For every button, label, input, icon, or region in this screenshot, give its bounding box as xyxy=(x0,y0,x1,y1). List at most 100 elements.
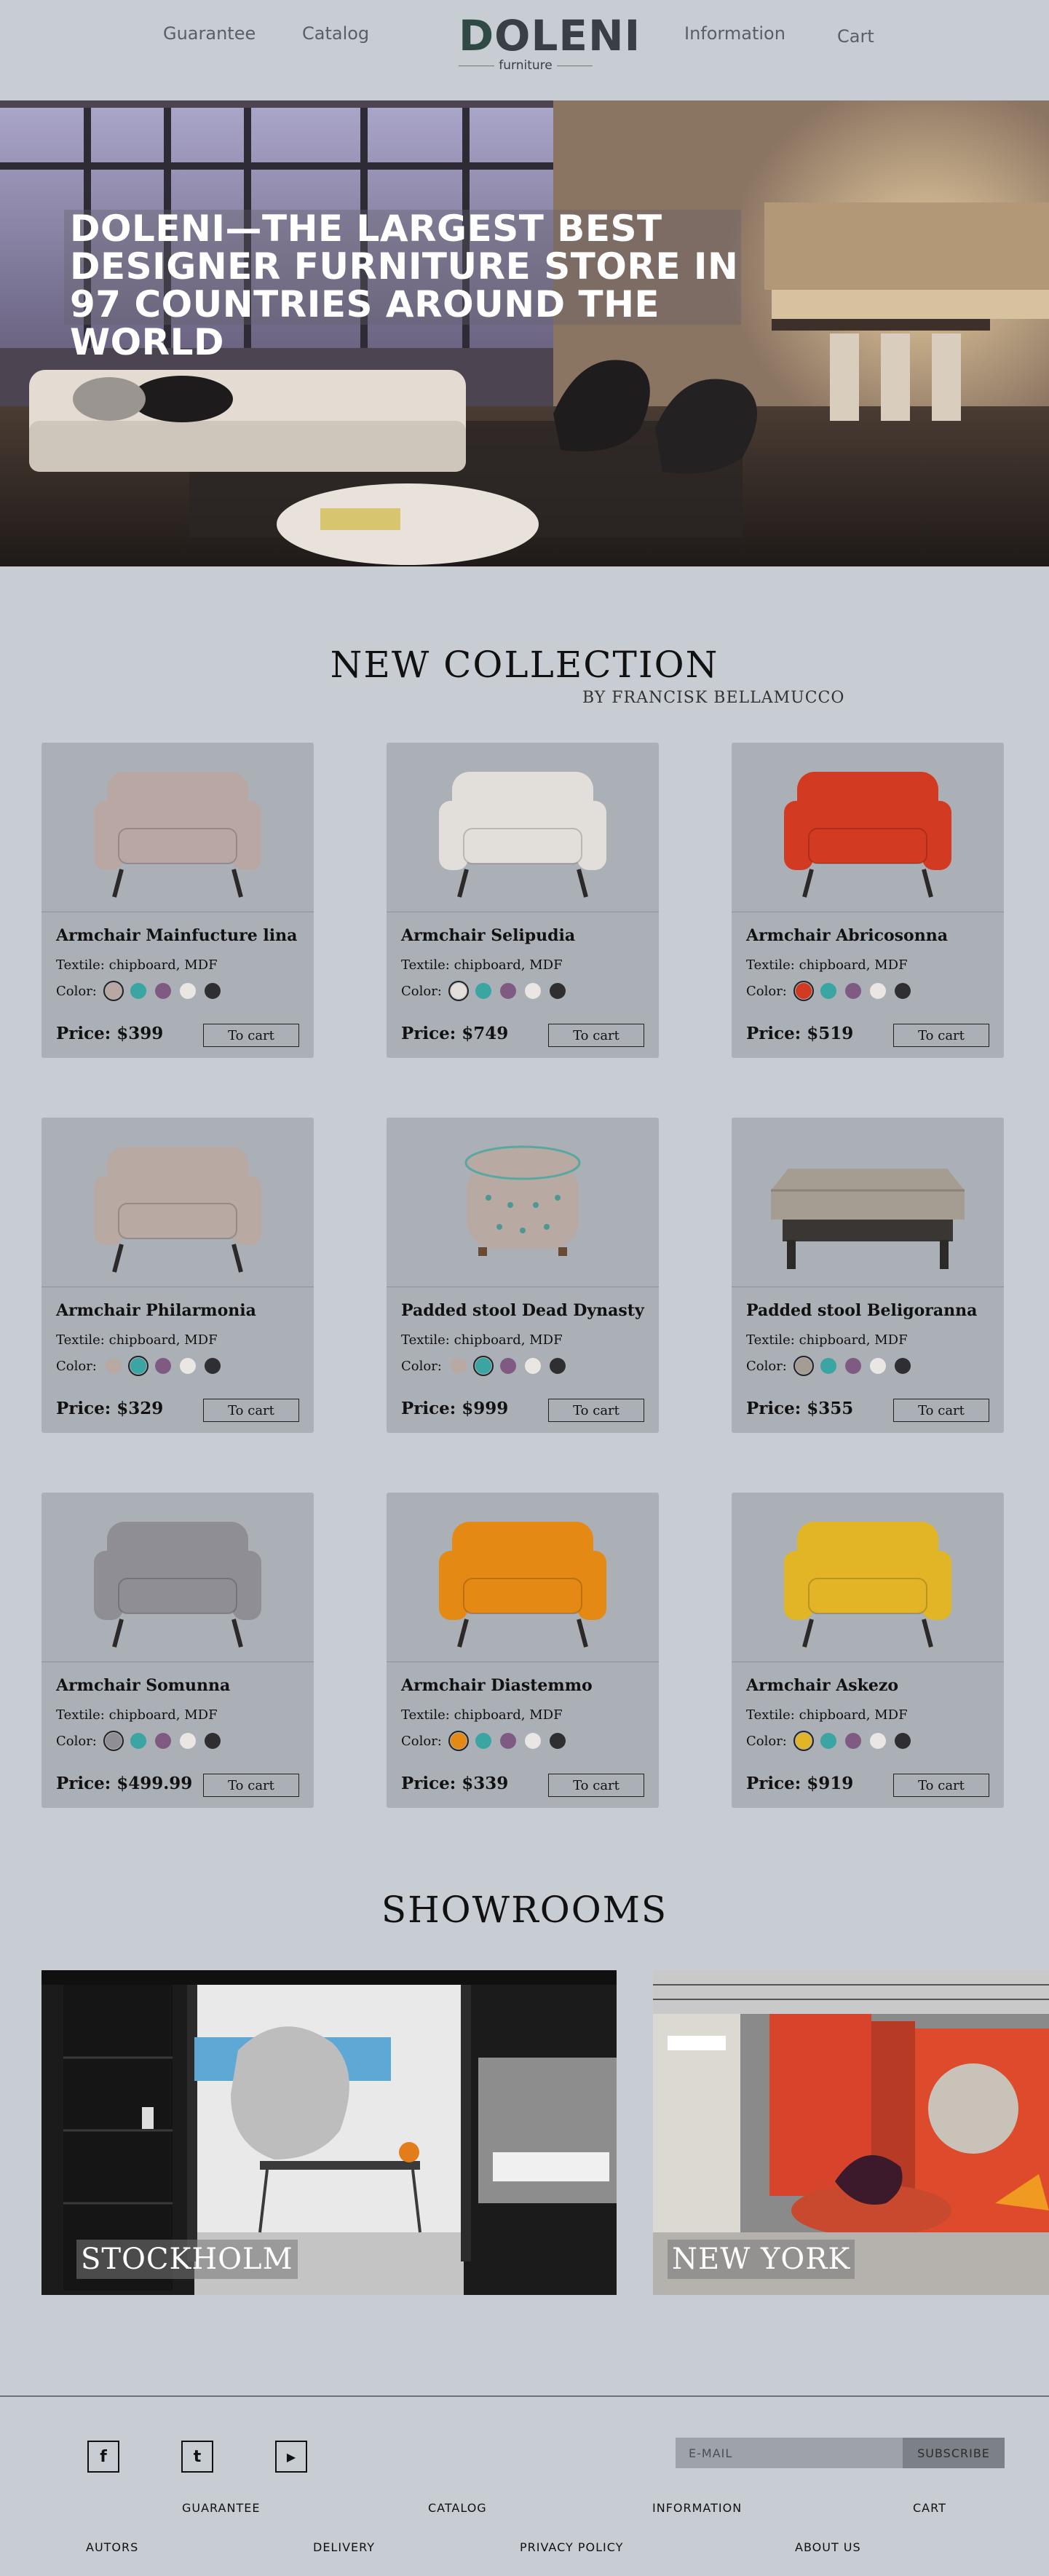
product-card[interactable]: Padded stool Dead Dynasty Textile: chipbo… xyxy=(387,1118,659,1433)
footer-link-delivery[interactable]: DELIVERY xyxy=(313,2540,375,2554)
color-swatch[interactable] xyxy=(894,1358,911,1374)
product-image[interactable] xyxy=(387,1118,659,1287)
product-card[interactable]: Armchair Mainfucture lina Textile: chipbo… xyxy=(41,743,314,1058)
product-image[interactable] xyxy=(41,743,314,912)
product-image[interactable] xyxy=(387,1493,659,1662)
color-swatch[interactable] xyxy=(475,1733,491,1749)
color-swatch[interactable] xyxy=(524,1358,541,1374)
color-swatch[interactable] xyxy=(549,983,566,999)
nav-catalog-link[interactable]: Catalog xyxy=(302,23,369,44)
color-swatch[interactable] xyxy=(154,1733,171,1749)
product-name[interactable]: Armchair Philarmonia xyxy=(56,1301,256,1320)
add-to-cart-button[interactable]: To cart xyxy=(203,1024,299,1047)
product-card[interactable]: Armchair Diastemmo Textile: chipboard, MD… xyxy=(387,1493,659,1808)
color-swatch[interactable] xyxy=(179,1358,196,1374)
color-swatch[interactable] xyxy=(450,1358,467,1374)
color-swatch[interactable] xyxy=(894,1733,911,1749)
product-name[interactable]: Padded stool Dead Dynasty xyxy=(401,1301,644,1320)
product-image[interactable] xyxy=(732,1118,1004,1287)
footer-link-catalog[interactable]: CATALOG xyxy=(428,2501,487,2515)
add-to-cart-button[interactable]: To cart xyxy=(203,1774,299,1797)
color-swatch[interactable] xyxy=(475,983,491,999)
color-swatch[interactable] xyxy=(894,983,911,999)
add-to-cart-button[interactable]: To cart xyxy=(893,1399,989,1422)
color-swatch[interactable] xyxy=(549,1358,566,1374)
color-swatch[interactable] xyxy=(869,1358,886,1374)
footer-link-cart[interactable]: CART xyxy=(913,2501,946,2515)
product-card[interactable]: Armchair Abricosonna Textile: chipboard, … xyxy=(732,743,1004,1058)
color-swatch[interactable] xyxy=(549,1733,566,1749)
color-swatch[interactable] xyxy=(130,983,146,999)
email-input[interactable] xyxy=(676,2438,903,2468)
color-swatch[interactable] xyxy=(524,983,541,999)
footer-link-about-us[interactable]: ABOUT US xyxy=(795,2540,861,2554)
color-swatch[interactable] xyxy=(844,1358,861,1374)
add-to-cart-button[interactable]: To cart xyxy=(893,1024,989,1047)
product-name[interactable]: Armchair Abricosonna xyxy=(746,926,948,945)
product-card[interactable]: Padded stool Beligoranna Textile: chipboa… xyxy=(732,1118,1004,1433)
footer-link-information[interactable]: INFORMATION xyxy=(652,2501,742,2515)
color-swatch[interactable] xyxy=(820,1733,836,1749)
product-image[interactable] xyxy=(732,1493,1004,1662)
color-swatch[interactable] xyxy=(105,1358,122,1374)
product-card[interactable]: Armchair Askezo Textile: chipboard, MDF Co… xyxy=(732,1493,1004,1808)
color-swatch[interactable] xyxy=(499,983,516,999)
color-swatch[interactable] xyxy=(448,1731,469,1751)
color-swatch[interactable] xyxy=(204,1733,221,1749)
add-to-cart-button[interactable]: To cart xyxy=(548,1399,644,1422)
color-swatch[interactable] xyxy=(154,983,171,999)
product-name[interactable]: Armchair Somunna xyxy=(56,1676,230,1695)
color-swatch[interactable] xyxy=(844,983,861,999)
color-swatch[interactable] xyxy=(499,1358,516,1374)
color-swatch[interactable] xyxy=(204,1358,221,1374)
color-swatch[interactable] xyxy=(793,981,814,1001)
footer-link-privacy-policy[interactable]: PRIVACY POLICY xyxy=(520,2540,623,2554)
product-name[interactable]: Padded stool Beligoranna xyxy=(746,1301,977,1320)
color-swatch[interactable] xyxy=(793,1731,814,1751)
color-swatch[interactable] xyxy=(869,1733,886,1749)
product-card[interactable]: Armchair Philarmonia Textile: chipboard, … xyxy=(41,1118,314,1433)
twitter-icon[interactable]: t xyxy=(181,2441,213,2473)
product-image[interactable] xyxy=(41,1118,314,1287)
color-swatch[interactable] xyxy=(154,1358,171,1374)
logo[interactable]: DOLENI furniture xyxy=(459,13,640,79)
showroom-stockholm[interactable]: STOCKHOLM xyxy=(41,1970,617,2295)
add-to-cart-button[interactable]: To cart xyxy=(548,1024,644,1047)
product-card[interactable]: Armchair Selipudia Textile: chipboard, MD… xyxy=(387,743,659,1058)
showroom-new-york[interactable]: NEW YORK xyxy=(653,1970,1049,2295)
color-swatch[interactable] xyxy=(127,1356,149,1376)
product-name[interactable]: Armchair Diastemmo xyxy=(401,1676,593,1695)
color-swatch[interactable] xyxy=(820,983,836,999)
youtube-icon[interactable]: ▶ xyxy=(275,2441,307,2473)
color-swatch[interactable] xyxy=(130,1733,146,1749)
color-swatch[interactable] xyxy=(524,1733,541,1749)
add-to-cart-button[interactable]: To cart xyxy=(203,1399,299,1422)
product-image[interactable] xyxy=(387,743,659,912)
color-swatch[interactable] xyxy=(179,1733,196,1749)
color-swatch[interactable] xyxy=(448,981,469,1001)
add-to-cart-button[interactable]: To cart xyxy=(893,1774,989,1797)
color-swatch[interactable] xyxy=(793,1356,814,1376)
color-swatch[interactable] xyxy=(103,981,124,1001)
nav-cart-link[interactable]: Cart xyxy=(837,26,874,47)
footer-link-autors[interactable]: AUTORS xyxy=(86,2540,138,2554)
color-swatch[interactable] xyxy=(499,1733,516,1749)
footer-link-guarantee[interactable]: GUARANTEE xyxy=(182,2501,260,2515)
subscribe-button[interactable]: SUBSCRIBE xyxy=(903,2438,1005,2468)
color-swatch[interactable] xyxy=(179,983,196,999)
add-to-cart-button[interactable]: To cart xyxy=(548,1774,644,1797)
product-image[interactable] xyxy=(732,743,1004,912)
product-card[interactable]: Armchair Somunna Textile: chipboard, MDF C… xyxy=(41,1493,314,1808)
product-name[interactable]: Armchair Selipudia xyxy=(401,926,575,945)
color-swatch[interactable] xyxy=(204,983,221,999)
color-swatch[interactable] xyxy=(869,983,886,999)
product-image[interactable] xyxy=(41,1493,314,1662)
nav-guarantee-link[interactable]: Guarantee xyxy=(163,23,256,44)
product-name[interactable]: Armchair Mainfucture lina xyxy=(56,926,297,945)
color-swatch[interactable] xyxy=(844,1733,861,1749)
color-swatch[interactable] xyxy=(103,1731,124,1751)
facebook-icon[interactable]: f xyxy=(87,2441,119,2473)
product-name[interactable]: Armchair Askezo xyxy=(746,1676,898,1695)
nav-information-link[interactable]: Information xyxy=(684,23,785,44)
color-swatch[interactable] xyxy=(820,1358,836,1374)
